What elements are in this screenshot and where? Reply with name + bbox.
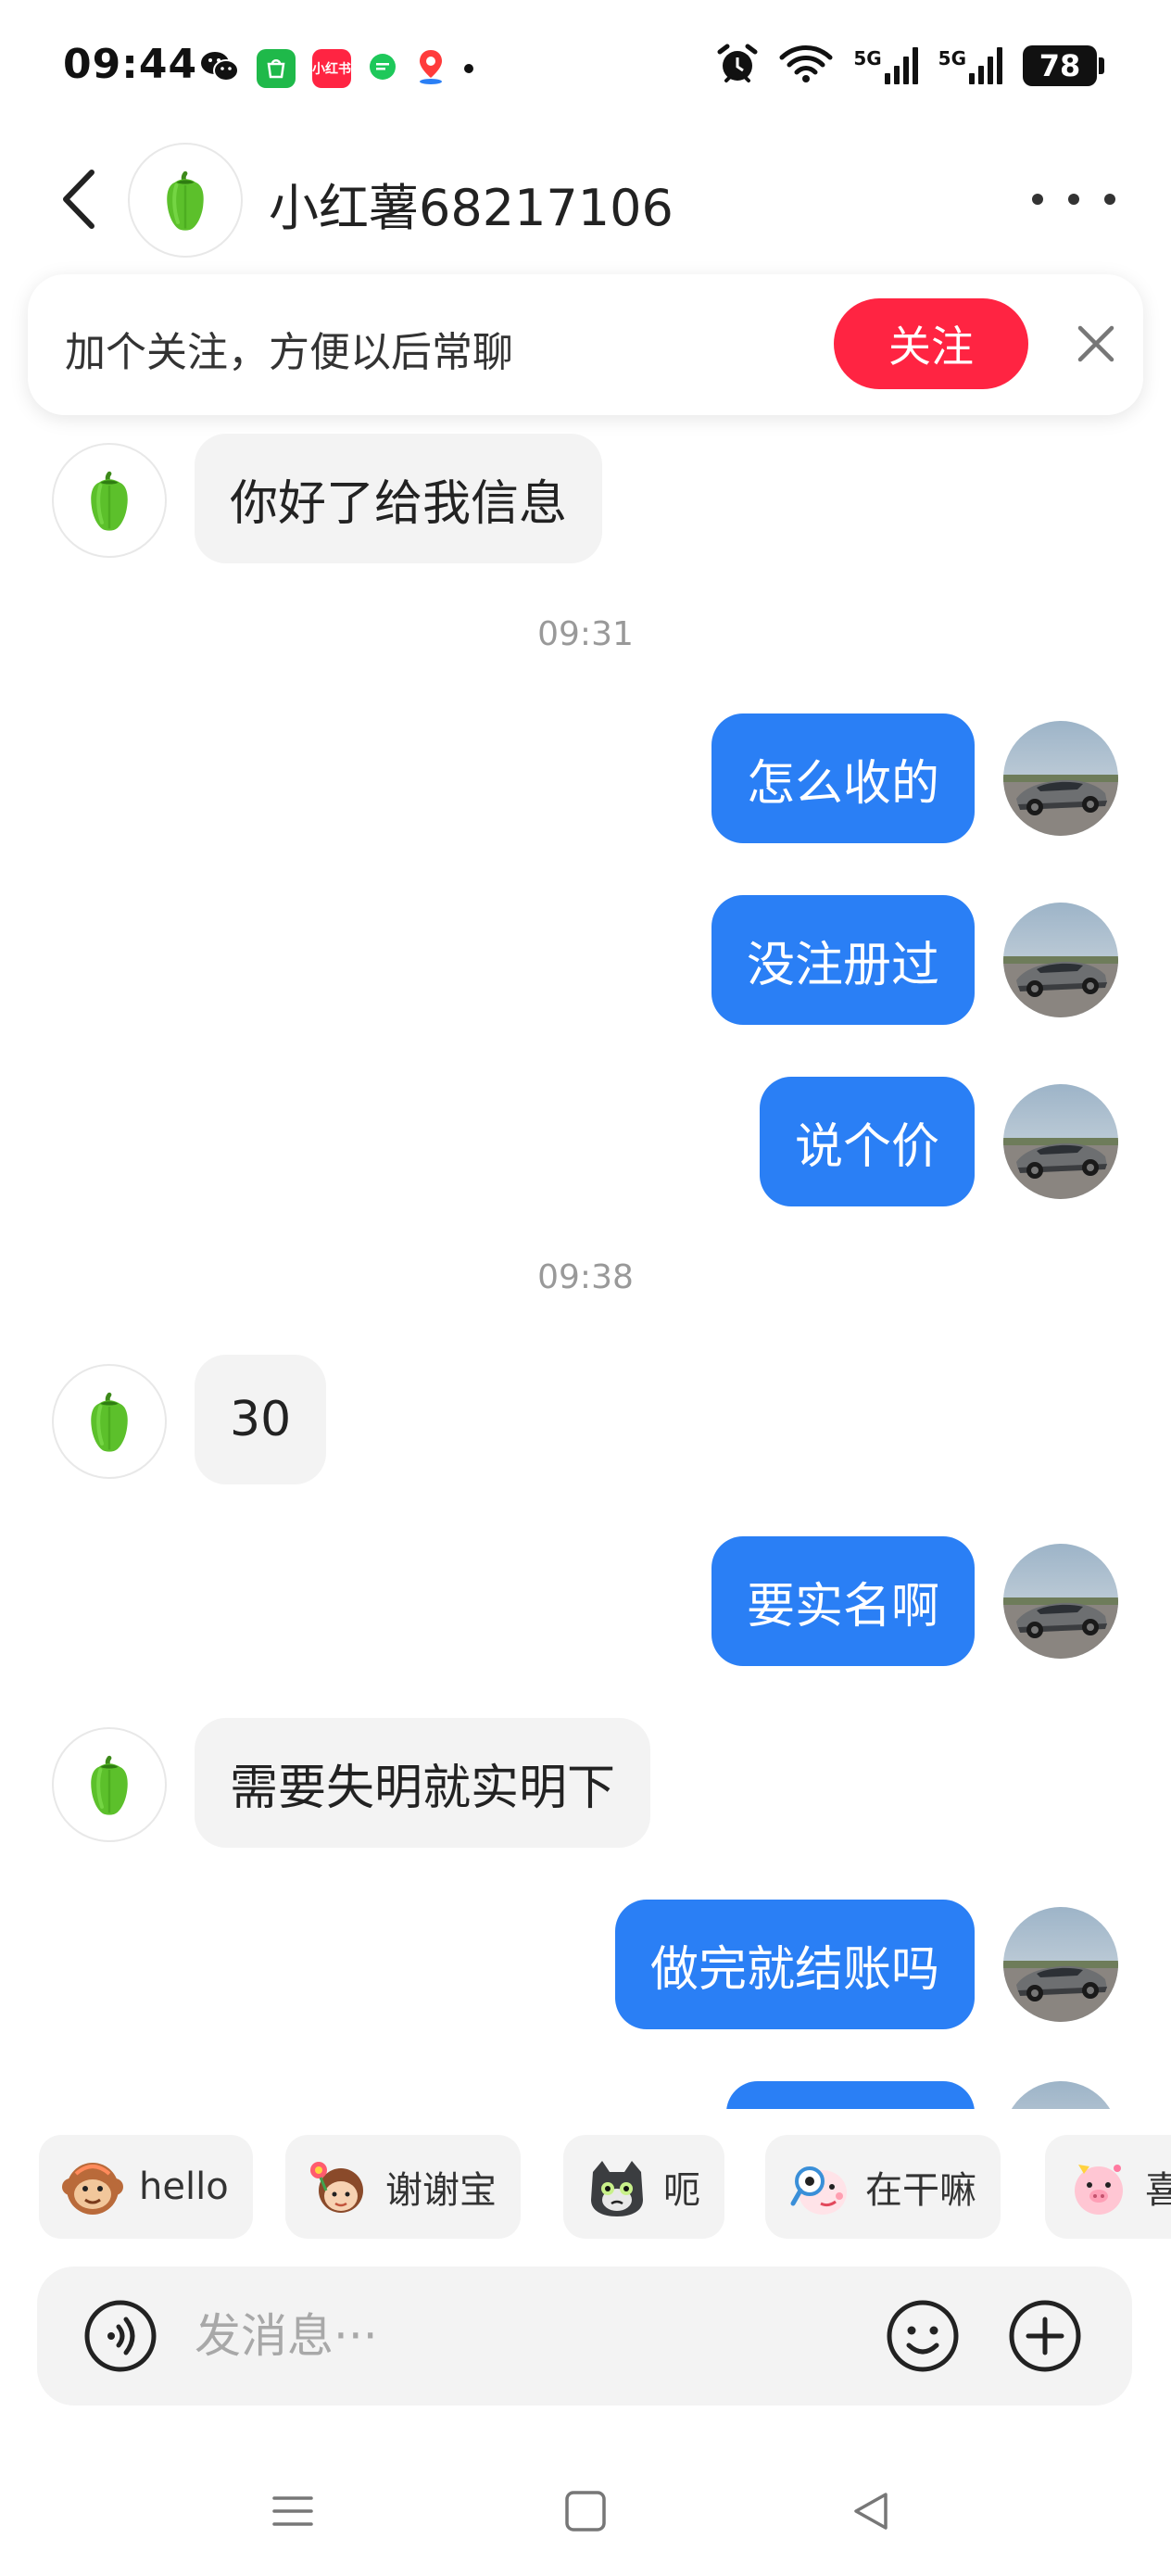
outgoing-message[interactable]: 要实名啊 <box>711 1536 975 1666</box>
back-nav-button[interactable] <box>843 2483 899 2539</box>
quick-reply-label: 喜 <box>1145 2169 1171 2212</box>
sender-avatar[interactable] <box>52 1727 167 1842</box>
follow-banner: 加个关注，方便以后常聊 关注 <box>28 274 1143 415</box>
pig-sticker-icon <box>1065 2153 1132 2220</box>
menu-lines-icon <box>272 2496 313 2526</box>
quick-reply-label: 谢谢宝 <box>385 2169 497 2212</box>
quick-reply-chip[interactable]: 在干嘛 <box>765 2135 1001 2239</box>
car-avatar-icon <box>1003 903 1118 1017</box>
triangle-back-icon <box>854 2493 888 2530</box>
system-navigation-bar <box>0 2446 1171 2576</box>
outgoing-message[interactable]: 怎么收的 <box>711 713 975 843</box>
car-avatar-icon <box>1003 2081 1118 2109</box>
outgoing-message[interactable]: 没注册过 <box>711 895 975 1025</box>
pepper-avatar-icon <box>72 463 146 537</box>
signal-bars-icon <box>969 47 1002 84</box>
notification-icons: 小红书 <box>199 48 473 89</box>
quick-reply-label: 在干嘛 <box>865 2169 976 2212</box>
car-avatar-icon <box>1003 1907 1118 2022</box>
xiaohongshu-icon: 小红书 <box>312 49 351 88</box>
status-right: 5G 5G 78 <box>716 43 1104 89</box>
my-avatar[interactable] <box>1003 1084 1118 1199</box>
status-time: 09:44 <box>63 41 198 88</box>
status-bar: 09:44 小红书 5G 5G 78 <box>0 0 1171 130</box>
back-button[interactable] <box>46 167 111 232</box>
signal-2: 5G <box>938 47 1002 84</box>
cat-sticker-icon <box>584 2153 650 2220</box>
car-avatar-icon <box>1003 1544 1118 1659</box>
my-avatar[interactable] <box>1003 1544 1118 1659</box>
chevron-left-icon <box>63 170 94 229</box>
message-input[interactable] <box>195 2304 843 2368</box>
map-icon <box>414 48 447 89</box>
sender-avatar[interactable] <box>52 1364 167 1479</box>
wifi-icon <box>779 44 833 87</box>
car-avatar-icon <box>1003 1084 1118 1199</box>
my-avatar[interactable] <box>1003 2081 1118 2109</box>
follow-button[interactable]: 关注 <box>834 298 1028 389</box>
car-avatar-icon <box>1003 721 1118 836</box>
quick-reply-bar: hello 谢谢宝 呃 在干嘛 喜 <box>0 2128 1171 2239</box>
girl-flower-sticker-icon <box>306 2153 372 2220</box>
my-avatar[interactable] <box>1003 903 1118 1017</box>
message-icon <box>368 52 397 85</box>
signal-bars-icon <box>884 47 918 84</box>
smiley-icon <box>887 2300 959 2372</box>
pepper-avatar-icon <box>148 163 222 237</box>
battery-indicator: 78 <box>1023 45 1104 86</box>
voice-input-button[interactable] <box>83 2299 157 2373</box>
chat-header: 小红薯68217106 <box>0 139 1171 259</box>
outgoing-message[interactable]: 做完就结账吗 <box>614 1900 975 2029</box>
incoming-message[interactable]: 30 <box>195 1355 327 1484</box>
outgoing-message[interactable]: 说个价 <box>759 1077 975 1206</box>
alarm-icon <box>716 43 759 89</box>
plus-circle-icon <box>1009 2300 1081 2372</box>
quick-reply-chip[interactable]: 喜 <box>1045 2135 1171 2239</box>
quick-reply-chip[interactable]: hello <box>39 2135 253 2239</box>
my-avatar[interactable] <box>1003 721 1118 836</box>
monkey-sticker-icon <box>59 2153 126 2220</box>
square-icon <box>565 2491 606 2532</box>
pepper-avatar-icon <box>72 1748 146 1822</box>
more-actions-button[interactable] <box>1008 2299 1082 2373</box>
voice-icon <box>84 2300 157 2372</box>
wechat-icon <box>199 48 240 89</box>
quick-reply-label: 呃 <box>663 2169 700 2212</box>
network-type-label: 5G <box>938 47 966 69</box>
close-banner-button[interactable] <box>1073 321 1119 367</box>
network-type-label: 5G <box>853 47 882 69</box>
contact-name[interactable]: 小红薯68217106 <box>269 167 674 240</box>
message-timestamp: 09:38 <box>537 1258 634 1296</box>
incoming-message[interactable]: 需要失明就实明下 <box>195 1718 651 1848</box>
magnifier-sticker-icon <box>786 2153 852 2220</box>
message-composer <box>37 2267 1132 2406</box>
sender-avatar[interactable] <box>52 443 167 558</box>
quick-reply-chip[interactable]: 谢谢宝 <box>285 2135 521 2239</box>
outgoing-message-partial[interactable] <box>726 2081 975 2109</box>
app-store-icon <box>257 49 296 88</box>
contact-avatar[interactable] <box>128 143 243 258</box>
emoji-button[interactable] <box>886 2299 960 2373</box>
quick-reply-label: hello <box>139 2166 229 2208</box>
more-notifications-dot <box>464 64 473 73</box>
home-button[interactable] <box>558 2483 613 2539</box>
signal-1: 5G <box>853 47 918 84</box>
quick-reply-chip[interactable]: 呃 <box>563 2135 724 2239</box>
clipped-next-message <box>0 2081 1171 2109</box>
follow-prompt-text: 加个关注，方便以后常聊 <box>65 329 513 376</box>
my-avatar[interactable] <box>1003 1907 1118 2022</box>
message-timestamp: 09:31 <box>537 615 634 653</box>
recent-apps-button[interactable] <box>265 2483 321 2539</box>
pepper-avatar-icon <box>72 1384 146 1458</box>
incoming-message[interactable]: 你好了给我信息 <box>195 434 603 563</box>
close-icon <box>1077 325 1114 362</box>
more-options-button[interactable] <box>1032 176 1115 222</box>
